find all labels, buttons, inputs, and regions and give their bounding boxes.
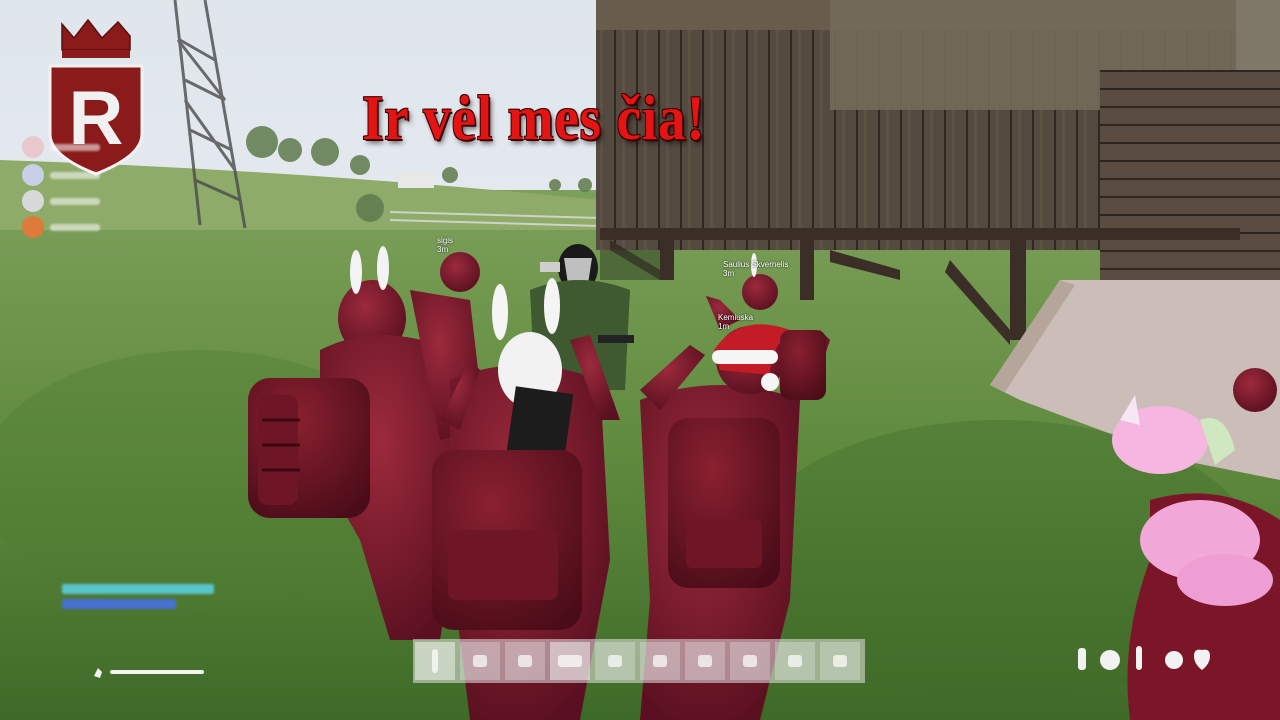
food-icon (1100, 650, 1120, 670)
heart-icon (1194, 649, 1210, 670)
player-tag-2: Saulius Skvernelis 3m (723, 260, 789, 278)
hotbar-slot[interactable] (550, 642, 590, 680)
bottle-icon (1078, 648, 1086, 670)
hotbar (413, 639, 865, 683)
avatar (22, 164, 44, 186)
crown-icon (61, 18, 131, 58)
hotbar-slot[interactable] (415, 642, 455, 680)
hotbar-slot[interactable] (460, 642, 500, 680)
hotbar-slot[interactable] (820, 642, 860, 680)
party-member (22, 136, 100, 158)
player-tag-1: sigis 3m (437, 236, 454, 254)
player-tag-3: Kemiuska 1m (718, 313, 754, 331)
hotbar-slot[interactable] (685, 642, 725, 680)
party-member (22, 164, 100, 186)
chat-line (62, 599, 176, 609)
status-icons (1078, 646, 1210, 670)
runner-icon (94, 668, 102, 678)
hotbar-slot[interactable] (505, 642, 545, 680)
hotbar-slot[interactable] (730, 642, 770, 680)
hotbar-slot[interactable] (595, 642, 635, 680)
avatar (22, 136, 44, 158)
thumbnail-title: Ir vėl mes čia! (362, 82, 706, 153)
hotbar-slot[interactable] (640, 642, 680, 680)
party-member (22, 190, 100, 212)
hotbar-slot[interactable] (775, 642, 815, 680)
avatar (22, 190, 44, 212)
thermometer-icon (1136, 646, 1142, 670)
stomach-icon (1165, 651, 1183, 669)
avatar (22, 216, 44, 238)
health-bar (94, 668, 204, 678)
party-member (22, 216, 100, 238)
chat-line (62, 584, 214, 594)
